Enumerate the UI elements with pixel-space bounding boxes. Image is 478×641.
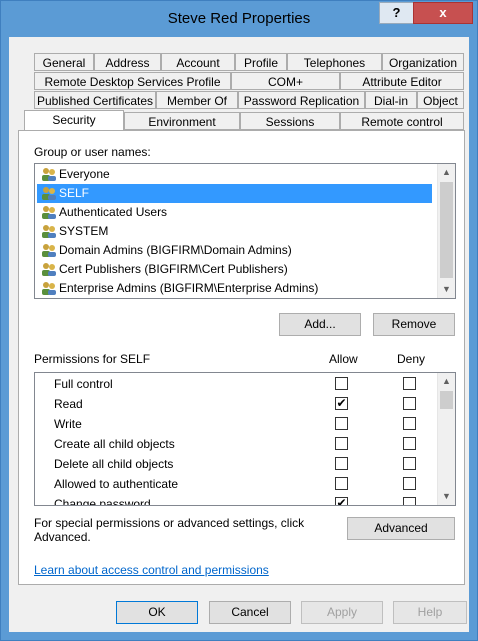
permission-name: Change password bbox=[54, 497, 151, 506]
scroll-down-icon[interactable]: ▼ bbox=[438, 488, 455, 505]
advanced-hint: For special permissions or advanced sett… bbox=[34, 516, 305, 544]
remove-button[interactable]: Remove bbox=[373, 313, 455, 336]
group-list-scrollbar[interactable]: ▲ ▼ bbox=[437, 164, 455, 298]
allow-checkbox[interactable]: ✔ bbox=[335, 397, 348, 410]
tab-telephones[interactable]: Telephones bbox=[287, 53, 382, 71]
tab-published-certificates[interactable]: Published Certificates bbox=[34, 91, 156, 109]
apply-button[interactable]: Apply bbox=[301, 601, 383, 624]
allow-checkbox[interactable] bbox=[335, 477, 348, 490]
list-item-label: Cert Publishers (BIGFIRM\Cert Publishers… bbox=[59, 262, 288, 276]
permission-row-delete-child: Delete all child objects bbox=[35, 454, 435, 474]
list-item-label: SYSTEM bbox=[59, 224, 109, 238]
group-names-label: Group or user names: bbox=[34, 145, 151, 159]
tab-general[interactable]: General bbox=[34, 53, 94, 71]
users-icon bbox=[42, 168, 56, 181]
advanced-button[interactable]: Advanced bbox=[347, 517, 455, 540]
learn-more-link[interactable]: Learn about access control and permissio… bbox=[34, 563, 269, 577]
allow-checkbox[interactable] bbox=[335, 457, 348, 470]
tab-member-of[interactable]: Member Of bbox=[156, 91, 238, 109]
permission-row-change-password: Change password ✔ bbox=[35, 494, 435, 506]
deny-header: Deny bbox=[397, 352, 426, 366]
permission-name: Read bbox=[54, 397, 83, 411]
list-item-domain-admins[interactable]: Domain Admins (BIGFIRM\Domain Admins) bbox=[37, 241, 432, 260]
permission-name: Delete all child objects bbox=[54, 457, 174, 471]
ok-button[interactable]: OK bbox=[116, 601, 198, 624]
list-item-system[interactable]: SYSTEM bbox=[37, 222, 432, 241]
users-icon bbox=[42, 206, 56, 219]
scroll-up-icon[interactable]: ▲ bbox=[438, 373, 455, 390]
permission-row-read: Read ✔ bbox=[35, 394, 435, 414]
users-icon bbox=[42, 282, 56, 295]
permission-row-write: Write bbox=[35, 414, 435, 434]
tab-password-replication[interactable]: Password Replication bbox=[238, 91, 365, 109]
list-item-enterprise-admins[interactable]: Enterprise Admins (BIGFIRM\Enterprise Ad… bbox=[37, 279, 432, 298]
deny-checkbox[interactable] bbox=[403, 457, 416, 470]
users-icon bbox=[42, 244, 56, 257]
add-button[interactable]: Add... bbox=[279, 313, 361, 336]
tab-security[interactable]: Security bbox=[24, 110, 124, 130]
tab-organization[interactable]: Organization bbox=[382, 53, 464, 71]
deny-checkbox[interactable] bbox=[403, 497, 416, 505]
tab-address[interactable]: Address bbox=[94, 53, 161, 71]
tab-environment[interactable]: Environment bbox=[124, 112, 240, 130]
users-icon bbox=[42, 263, 56, 276]
title-bar[interactable]: Steve Red Properties ? x bbox=[1, 1, 477, 37]
permission-name: Allowed to authenticate bbox=[54, 477, 179, 491]
permission-name: Create all child objects bbox=[54, 437, 175, 451]
help-button[interactable]: Help bbox=[393, 601, 467, 624]
list-item-cert-publishers[interactable]: Cert Publishers (BIGFIRM\Cert Publishers… bbox=[37, 260, 432, 279]
tab-sessions[interactable]: Sessions bbox=[240, 112, 340, 130]
deny-checkbox[interactable] bbox=[403, 477, 416, 490]
tab-remote-control[interactable]: Remote control bbox=[340, 112, 464, 130]
list-item-self[interactable]: SELF bbox=[37, 184, 432, 203]
scroll-down-icon[interactable]: ▼ bbox=[438, 281, 455, 298]
help-title-button[interactable]: ? bbox=[379, 2, 414, 24]
allow-checkbox[interactable] bbox=[335, 417, 348, 430]
tab-profile[interactable]: Profile bbox=[235, 53, 287, 71]
tab-dial-in[interactable]: Dial-in bbox=[365, 91, 417, 109]
close-button[interactable]: x bbox=[413, 2, 473, 24]
cancel-button[interactable]: Cancel bbox=[209, 601, 291, 624]
tab-com-plus[interactable]: COM+ bbox=[231, 72, 340, 90]
allow-checkbox[interactable]: ✔ bbox=[335, 497, 348, 505]
list-item-label: Enterprise Admins (BIGFIRM\Enterprise Ad… bbox=[59, 281, 319, 295]
scroll-thumb[interactable] bbox=[440, 391, 453, 409]
allow-header: Allow bbox=[329, 352, 358, 366]
permission-name: Write bbox=[54, 417, 82, 431]
deny-checkbox[interactable] bbox=[403, 437, 416, 450]
permission-row-allowed-to-authenticate: Allowed to authenticate bbox=[35, 474, 435, 494]
group-user-listbox[interactable]: Everyone SELF Authenticated Users SYSTEM… bbox=[34, 163, 456, 299]
permission-row-full-control: Full control bbox=[35, 374, 435, 394]
allow-checkbox[interactable] bbox=[335, 437, 348, 450]
tab-object[interactable]: Object bbox=[417, 91, 464, 109]
list-item-label: SELF bbox=[59, 186, 90, 200]
deny-checkbox[interactable] bbox=[403, 417, 416, 430]
scroll-up-icon[interactable]: ▲ bbox=[438, 164, 455, 181]
tab-attribute-editor[interactable]: Attribute Editor bbox=[340, 72, 464, 90]
list-item-authenticated-users[interactable]: Authenticated Users bbox=[37, 203, 432, 222]
scroll-thumb[interactable] bbox=[440, 182, 453, 278]
permission-row-create-child: Create all child objects bbox=[35, 434, 435, 454]
tab-account[interactable]: Account bbox=[161, 53, 235, 71]
users-icon bbox=[42, 187, 56, 200]
allow-checkbox[interactable] bbox=[335, 377, 348, 390]
list-item-everyone[interactable]: Everyone bbox=[37, 165, 432, 184]
permissions-label: Permissions for SELF bbox=[34, 352, 151, 366]
permissions-list: Full control Read ✔ Write Create all chi… bbox=[34, 372, 456, 506]
permission-name: Full control bbox=[54, 377, 113, 391]
list-item-label: Authenticated Users bbox=[59, 205, 168, 219]
tab-remote-desktop-services-profile[interactable]: Remote Desktop Services Profile bbox=[34, 72, 231, 90]
list-item-label: Domain Admins (BIGFIRM\Domain Admins) bbox=[59, 243, 292, 257]
deny-checkbox[interactable] bbox=[403, 377, 416, 390]
deny-checkbox[interactable] bbox=[403, 397, 416, 410]
users-icon bbox=[42, 225, 56, 238]
permissions-scrollbar[interactable]: ▲ ▼ bbox=[437, 373, 455, 505]
list-item-label: Everyone bbox=[59, 167, 110, 181]
